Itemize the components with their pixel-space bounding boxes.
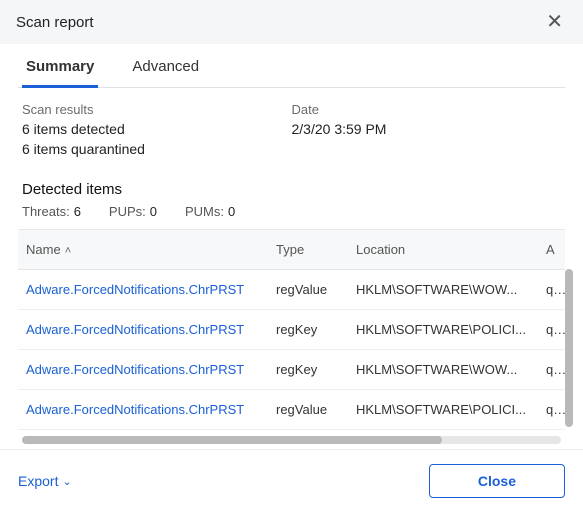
table-row: Adware.ForcedNotifications.ChrPRST regVa…: [18, 270, 565, 310]
pups-count: PUPs:0: [109, 204, 157, 219]
vertical-scrollbar[interactable]: [565, 269, 573, 427]
info-grid: Scan results 6 items detected 6 items qu…: [18, 88, 565, 171]
column-location[interactable]: Location: [348, 230, 538, 270]
threat-name-link[interactable]: Adware.ForcedNotifications.ChrPRST: [26, 322, 244, 337]
dialog-footer: Export ⌄ Close: [0, 449, 583, 514]
threat-counts: Threats:6 PUPs:0 PUMs:0: [18, 204, 565, 229]
threat-name-link[interactable]: Adware.ForcedNotifications.ChrPRST: [26, 362, 244, 377]
threat-action: qu: [538, 270, 565, 310]
threat-action: qu: [538, 350, 565, 390]
horizontal-scrollbar-thumb[interactable]: [22, 436, 442, 444]
info-col-results: Scan results 6 items detected 6 items qu…: [22, 102, 292, 161]
threat-type: regValue: [268, 270, 348, 310]
sort-ascending-icon: ˄: [65, 245, 71, 257]
info-col-date: Date 2/3/20 3:59 PM: [292, 102, 562, 161]
threat-location: HKLM\SOFTWARE\POLICI...: [348, 310, 538, 350]
table-header-row: Name˄ Type Location A: [18, 230, 565, 270]
threat-location: HKLM\SOFTWARE\WOW...: [348, 350, 538, 390]
dialog-title: Scan report: [16, 14, 94, 31]
threat-type: regKey: [268, 350, 348, 390]
tab-bar: Summary Advanced: [18, 44, 565, 88]
threat-name-link[interactable]: Adware.ForcedNotifications.ChrPRST: [26, 402, 244, 417]
threats-count: Threats:6: [22, 204, 81, 219]
threat-location: HKLM\SOFTWARE\POLICI...: [348, 390, 538, 430]
detected-items-table: Name˄ Type Location A Adware.ForcedNotif…: [18, 229, 565, 430]
column-action[interactable]: A: [538, 230, 565, 270]
export-button[interactable]: Export ⌄: [18, 473, 72, 489]
dialog-header: Scan report ✕: [0, 0, 583, 44]
pums-count: PUMs:0: [185, 204, 235, 219]
detected-items-title: Detected items: [18, 171, 565, 204]
content-area: Summary Advanced Scan results 6 items de…: [0, 44, 583, 444]
items-detected: 6 items detected: [22, 121, 292, 137]
threat-action: qu: [538, 390, 565, 430]
scan-results-label: Scan results: [22, 102, 292, 117]
items-quarantined: 6 items quarantined: [22, 141, 292, 157]
column-name[interactable]: Name˄: [18, 230, 268, 270]
date-label: Date: [292, 102, 562, 117]
chevron-down-icon: ⌄: [62, 475, 71, 488]
date-value: 2/3/20 3:59 PM: [292, 121, 562, 137]
close-button[interactable]: Close: [429, 464, 565, 498]
threat-type: regValue: [268, 390, 348, 430]
tab-summary[interactable]: Summary: [22, 58, 98, 87]
table-row: Adware.ForcedNotifications.ChrPRST regKe…: [18, 350, 565, 390]
threat-type: regKey: [268, 310, 348, 350]
threat-location: HKLM\SOFTWARE\WOW...: [348, 270, 538, 310]
horizontal-scrollbar-track[interactable]: [22, 436, 561, 444]
threat-name-link[interactable]: Adware.ForcedNotifications.ChrPRST: [26, 282, 244, 297]
close-icon[interactable]: ✕: [542, 10, 567, 34]
tab-advanced[interactable]: Advanced: [128, 58, 203, 87]
table-row: Adware.ForcedNotifications.ChrPRST regKe…: [18, 310, 565, 350]
table-row: Adware.ForcedNotifications.ChrPRST regVa…: [18, 390, 565, 430]
export-label: Export: [18, 473, 58, 489]
column-type[interactable]: Type: [268, 230, 348, 270]
table-wrap: Name˄ Type Location A Adware.ForcedNotif…: [18, 229, 565, 444]
threat-action: qu: [538, 310, 565, 350]
